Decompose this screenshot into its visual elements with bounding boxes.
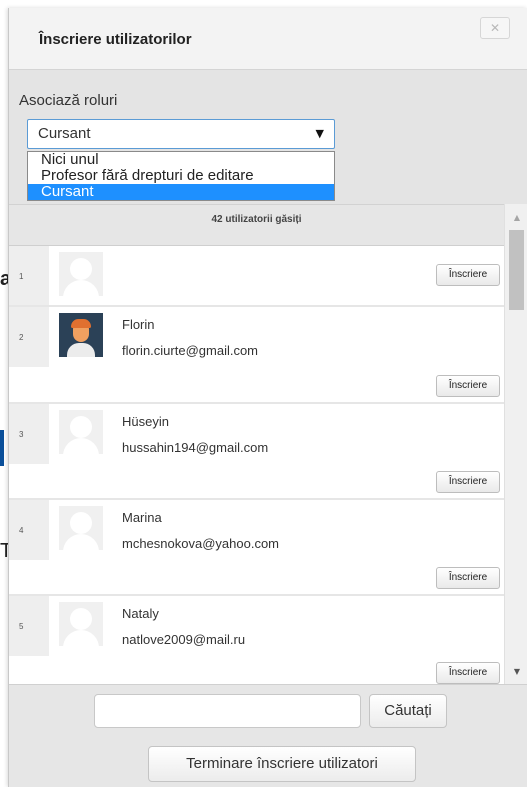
results-count: 42 utilizatorii găsiți xyxy=(9,204,504,246)
role-options-list: Nici unul Profesor fără drepturi de edit… xyxy=(27,151,335,201)
row-number: 5 xyxy=(9,596,49,656)
role-option-none[interactable]: Nici unul xyxy=(28,152,334,168)
avatar xyxy=(59,506,103,550)
row-number: 3 xyxy=(9,404,49,464)
dialog-header: Înscriere utilizatorilor ✕ xyxy=(9,8,527,70)
enrol-button[interactable]: Înscriere xyxy=(436,471,500,493)
search-input[interactable] xyxy=(94,694,361,728)
role-option-non-editing-teacher[interactable]: Profesor fără drepturi de editare xyxy=(28,168,334,184)
row-number: 2 xyxy=(9,307,49,367)
caret-down-icon: ▼ xyxy=(315,127,324,140)
search-button[interactable]: Căutați xyxy=(369,694,447,728)
roles-section: Asociază roluri Cursant ▼ Nici unul Prof… xyxy=(9,70,527,204)
scroll-down-arrow-icon[interactable]: ▼ xyxy=(505,664,527,680)
list-item: 5 Nataly natlove2009@mail.ru Înscriere xyxy=(9,596,504,684)
list-item: 2 Florin florin.ciurte@gmail.com Înscrie… xyxy=(9,307,504,404)
enrol-users-dialog: Înscriere utilizatorilor ✕ Asociază rolu… xyxy=(8,8,527,787)
user-email: hussahin194@gmail.com xyxy=(122,440,269,455)
close-button[interactable]: ✕ xyxy=(480,17,510,39)
dialog-title: Înscriere utilizatorilor xyxy=(39,31,192,48)
user-email: florin.ciurte@gmail.com xyxy=(122,343,259,358)
role-select-value: Cursant xyxy=(38,125,91,142)
row-number: 4 xyxy=(9,500,49,560)
list-item: 4 Marina mchesnokova@yahoo.com Înscriere xyxy=(9,500,504,596)
scroll-thumb[interactable] xyxy=(509,230,524,310)
enrol-button[interactable]: Înscriere xyxy=(436,264,500,286)
roles-label: Asociază roluri xyxy=(19,92,118,109)
role-option-student[interactable]: Cursant xyxy=(28,184,334,200)
user-name: Marina xyxy=(122,510,162,525)
enrol-button[interactable]: Înscriere xyxy=(436,662,500,684)
user-name: Florin xyxy=(122,317,155,332)
user-email: natlove2009@mail.ru xyxy=(122,632,246,647)
dialog-footer: Căutați Terminare înscriere utilizatori xyxy=(9,684,527,787)
enrol-button[interactable]: Înscriere xyxy=(436,375,500,397)
row-number: 1 xyxy=(9,246,49,305)
list-item: 3 Hüseyin hussahin194@gmail.com Înscrier… xyxy=(9,404,504,500)
scroll-up-arrow-icon[interactable]: ▲ xyxy=(505,210,527,226)
role-select[interactable]: Cursant ▼ xyxy=(27,119,335,149)
avatar xyxy=(59,410,103,454)
avatar xyxy=(59,252,103,296)
list-scrollbar[interactable]: ▲ ▼ xyxy=(504,204,527,684)
avatar xyxy=(59,602,103,646)
user-name: Nataly xyxy=(122,606,159,621)
background-accent-stripe xyxy=(0,430,4,466)
user-list: 1 Înscriere 2 Florin florin.ciurte@gmail… xyxy=(9,246,504,684)
list-item: 1 Înscriere xyxy=(9,246,504,307)
user-name: Hüseyin xyxy=(122,414,169,429)
avatar xyxy=(59,313,103,357)
finish-enrolling-button[interactable]: Terminare înscriere utilizatori xyxy=(148,746,416,782)
enrol-button[interactable]: Înscriere xyxy=(436,567,500,589)
user-email: mchesnokova@yahoo.com xyxy=(122,536,279,551)
page: a T Înscriere utilizatorilor ✕ Asociază … xyxy=(0,0,527,787)
